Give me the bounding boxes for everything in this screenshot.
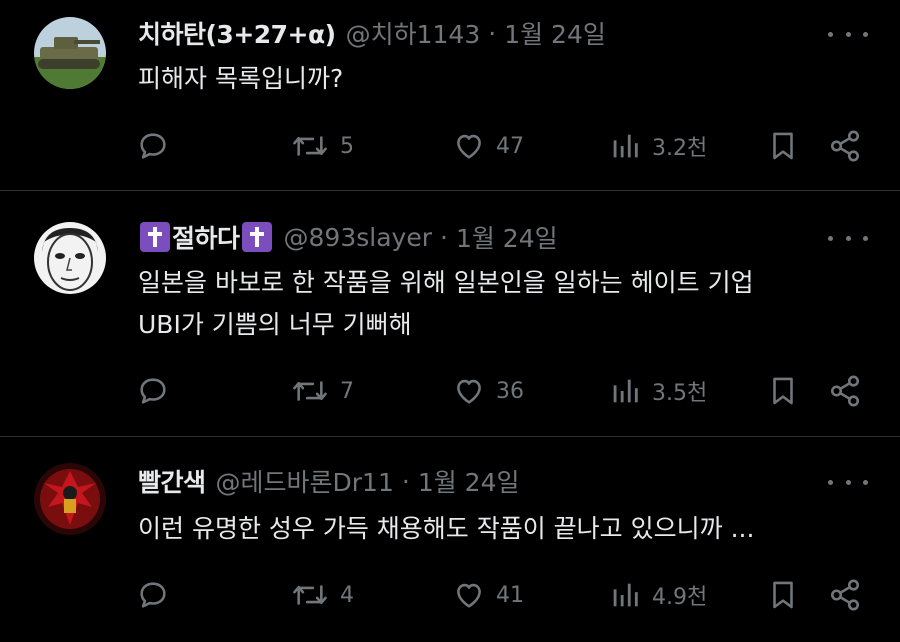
more-icon[interactable]	[828, 228, 868, 248]
more-icon[interactable]	[828, 24, 868, 44]
views-count: 4.9천	[652, 585, 708, 610]
tweet-text: 피해자 목록입니까?	[138, 64, 344, 93]
display-name[interactable]: 치하탄(3+27+α)	[138, 15, 336, 51]
avatar-tank[interactable]	[34, 17, 106, 89]
bookmark-icon	[773, 377, 793, 405]
share-icon	[830, 579, 860, 611]
reply-icon	[140, 133, 166, 159]
like-button[interactable]: 47	[452, 126, 524, 166]
reply-button[interactable]	[136, 575, 180, 615]
separator-dot: ·	[401, 466, 410, 496]
reply-button[interactable]	[136, 126, 180, 166]
views-icon	[613, 379, 638, 403]
retweet-icon	[293, 136, 327, 156]
like-count: 36	[496, 378, 524, 404]
reply-icon	[140, 378, 166, 404]
share-icon	[830, 375, 860, 407]
views-count: 3.2천	[652, 136, 708, 161]
like-count: 41	[496, 582, 524, 608]
avatar-face[interactable]	[34, 222, 106, 294]
share-button[interactable]	[828, 575, 862, 615]
like-button[interactable]: 41	[452, 575, 524, 615]
share-button[interactable]	[828, 126, 862, 166]
display-name[interactable]: 빨간색	[138, 463, 206, 499]
user-handle[interactable]: @치하1143	[346, 15, 481, 51]
retweet-icon	[293, 585, 327, 605]
bookmark-icon	[773, 581, 793, 609]
retweet-count: 7	[340, 378, 354, 404]
tweet-date[interactable]: 1월 24일	[456, 219, 558, 255]
cross-emoji-icon	[140, 222, 170, 252]
retweet-button[interactable]: 5	[290, 126, 354, 166]
tweet-header: 빨간색 @레드바론Dr11 · 1월 24일	[138, 463, 519, 499]
retweet-count: 5	[340, 133, 354, 159]
views-button[interactable]: 3.2천	[608, 126, 707, 166]
reply-button[interactable]	[136, 371, 180, 411]
tweet-3[interactable]: 빨간색 @레드바론Dr11 · 1월 24일 이런 유명한 성우 가득 채용해도…	[0, 437, 900, 642]
tweet-2[interactable]: 절하다 @893slayer · 1월 24일 일본을 바보로 한 작품을 위해…	[0, 191, 900, 436]
separator-dot: ·	[439, 222, 448, 252]
tweet-actions: 7 36 3.5천	[0, 371, 900, 411]
like-count: 47	[496, 133, 524, 159]
tweet-date[interactable]: 1월 24일	[418, 463, 520, 499]
views-icon	[613, 583, 638, 607]
user-handle[interactable]: @레드바론Dr11	[216, 463, 394, 499]
retweet-button[interactable]: 7	[290, 371, 354, 411]
tweet-actions: 4 41 4.9천	[0, 575, 900, 615]
retweet-count: 4	[340, 582, 354, 608]
tweet-text: 일본을 바보로 한 작품을 위해 일본인을 일하는 헤이트 기업 UBI가 기쁨…	[138, 268, 754, 339]
tweet-date[interactable]: 1월 24일	[504, 15, 606, 51]
cross-emoji-icon	[241, 222, 272, 252]
bookmark-button[interactable]	[766, 575, 800, 615]
bookmark-button[interactable]	[766, 371, 800, 411]
tweet-1[interactable]: 치하탄(3+27+α) @치하1143 · 1월 24일 피해자 목록입니까? …	[0, 0, 900, 190]
views-button[interactable]: 3.5천	[608, 371, 707, 411]
like-icon	[457, 583, 481, 608]
tweet-text: 이런 유명한 성우 가득 채용해도 작품이 끝나고 있으니까 ...	[138, 514, 755, 543]
display-name[interactable]: 절하다	[172, 219, 240, 255]
retweet-button[interactable]: 4	[290, 575, 354, 615]
views-button[interactable]: 4.9천	[608, 575, 707, 615]
reply-icon	[140, 582, 166, 608]
more-icon[interactable]	[828, 472, 868, 492]
share-icon	[830, 130, 860, 162]
tank-avatar-image	[34, 17, 106, 89]
tweet-header: 치하탄(3+27+α) @치하1143 · 1월 24일	[138, 15, 606, 51]
like-button[interactable]: 36	[452, 371, 524, 411]
separator-dot: ·	[488, 18, 497, 48]
tweet-header: 절하다 @893slayer · 1월 24일	[138, 219, 558, 255]
views-count: 3.5천	[652, 381, 708, 406]
views-icon	[613, 134, 638, 158]
share-button[interactable]	[828, 371, 862, 411]
user-handle[interactable]: @893slayer	[284, 223, 432, 252]
like-icon	[457, 134, 481, 159]
bookmark-button[interactable]	[766, 126, 800, 166]
like-icon	[457, 379, 481, 404]
avatar-red-figure[interactable]	[34, 463, 106, 535]
retweet-icon	[293, 381, 327, 401]
face-avatar-image	[34, 222, 106, 294]
tweet-actions: 5 47 3.2천	[0, 126, 900, 166]
bookmark-icon	[773, 132, 793, 160]
red-figure-avatar-image	[34, 463, 106, 535]
